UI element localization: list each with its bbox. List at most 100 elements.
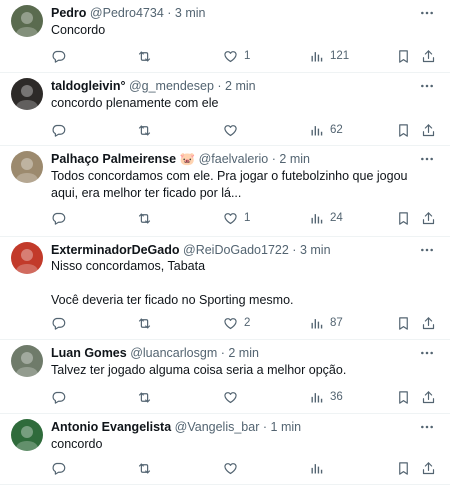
views-button[interactable] — [309, 458, 330, 478]
reply-button[interactable] — [51, 458, 72, 478]
reply-icon — [51, 316, 66, 331]
tweet-text: concordo — [51, 437, 103, 451]
share-icon — [421, 316, 436, 331]
views-button[interactable]: 87 — [309, 313, 343, 333]
views-count: 87 — [330, 317, 343, 329]
reply-tweet[interactable]: ExterminadorDeGado @ReiDoGado1722 · 3 mi… — [0, 237, 450, 340]
separator-dot: · — [292, 243, 297, 257]
timestamp[interactable]: 1 min — [271, 420, 302, 434]
avatar[interactable] — [11, 151, 43, 183]
reply-tweet[interactable]: Antonio Evangelista @Vangelis_bar · 1 mi… — [0, 414, 450, 485]
repost-icon — [137, 49, 152, 64]
share-button[interactable] — [421, 387, 436, 407]
bookmark-button[interactable] — [396, 313, 411, 333]
repost-button[interactable] — [137, 46, 158, 66]
bookmark-button[interactable] — [396, 208, 411, 228]
like-button[interactable]: 1 — [223, 208, 250, 228]
reply-tweet[interactable]: Luan Gomes @luancarlosgm · 2 min Talvez t… — [0, 340, 450, 414]
share-button[interactable] — [421, 208, 436, 228]
repost-button[interactable] — [137, 208, 158, 228]
views-count: 121 — [330, 50, 350, 62]
more-icon[interactable] — [418, 344, 436, 362]
reply-icon — [51, 123, 66, 138]
tweet-header: ExterminadorDeGado @ReiDoGado1722 · 3 mi… — [51, 242, 410, 258]
like-icon — [223, 123, 238, 138]
bookmark-button[interactable] — [396, 458, 411, 478]
share-button[interactable] — [421, 458, 436, 478]
tweet-text: Todos concordamos com ele. Pra jogar o f… — [51, 169, 408, 200]
like-icon — [223, 211, 238, 226]
reply-icon — [51, 390, 66, 405]
like-button[interactable]: 1 — [223, 46, 250, 66]
reply-tweet[interactable]: taldogleivin° @g_mendesep · 2 min concord… — [0, 73, 450, 146]
bookmark-button[interactable] — [396, 120, 411, 140]
display-name[interactable]: taldogleivin° — [51, 79, 125, 93]
share-button[interactable] — [421, 313, 436, 333]
avatar[interactable] — [11, 419, 43, 451]
timestamp[interactable]: 2 min — [225, 79, 256, 93]
like-count: 2 — [244, 317, 251, 329]
display-name[interactable]: ExterminadorDeGado — [51, 243, 180, 257]
avatar[interactable] — [11, 242, 43, 274]
user-handle[interactable]: @Vangelis_bar — [175, 420, 260, 434]
bookmark-button[interactable] — [396, 387, 411, 407]
share-button[interactable] — [421, 46, 436, 66]
reply-button[interactable] — [51, 46, 72, 66]
bookmark-button[interactable] — [396, 46, 411, 66]
tweet-text: Talvez ter jogado alguma coisa seria a m… — [51, 363, 347, 377]
views-button[interactable]: 121 — [309, 46, 349, 66]
avatar[interactable] — [11, 78, 43, 110]
reply-tweet[interactable]: Pedro @Pedro4734 · 3 min Concordo 1 121 — [0, 0, 450, 73]
user-handle[interactable]: @ReiDoGado1722 — [183, 243, 289, 257]
views-icon — [309, 316, 324, 331]
more-icon[interactable] — [418, 77, 436, 95]
tweet-header: Luan Gomes @luancarlosgm · 2 min — [51, 345, 410, 361]
user-handle[interactable]: @faelvalerio — [199, 152, 269, 166]
views-icon — [309, 49, 324, 64]
reply-tweet[interactable]: Palhaço Palmeirense 🐷 @faelvalerio · 2 m… — [0, 146, 450, 237]
like-count: 1 — [244, 50, 251, 62]
display-name[interactable]: Pedro — [51, 6, 86, 20]
repost-icon — [137, 390, 152, 405]
user-handle[interactable]: @g_mendesep — [129, 79, 214, 93]
action-bar: 36 — [0, 387, 450, 407]
bookmark-icon — [396, 123, 411, 138]
timestamp[interactable]: 2 min — [228, 346, 259, 360]
user-handle[interactable]: @Pedro4734 — [90, 6, 164, 20]
more-icon[interactable] — [418, 4, 436, 22]
user-handle[interactable]: @luancarlosgm — [130, 346, 217, 360]
avatar[interactable] — [11, 345, 43, 377]
like-button[interactable] — [223, 120, 244, 140]
views-count: 24 — [330, 212, 343, 224]
tweet-header: Pedro @Pedro4734 · 3 min — [51, 5, 410, 21]
views-icon — [309, 390, 324, 405]
reply-button[interactable] — [51, 120, 72, 140]
reply-button[interactable] — [51, 313, 72, 333]
like-button[interactable] — [223, 387, 244, 407]
views-icon — [309, 461, 324, 476]
bookmark-icon — [396, 316, 411, 331]
like-button[interactable]: 2 — [223, 313, 250, 333]
views-button[interactable]: 62 — [309, 120, 343, 140]
views-button[interactable]: 24 — [309, 208, 343, 228]
timestamp[interactable]: 2 min — [279, 152, 310, 166]
reply-button[interactable] — [51, 208, 72, 228]
share-button[interactable] — [421, 120, 436, 140]
display-name[interactable]: Palhaço Palmeirense 🐷 — [51, 152, 195, 166]
reply-button[interactable] — [51, 387, 72, 407]
display-name[interactable]: Luan Gomes — [51, 346, 127, 360]
repost-button[interactable] — [137, 458, 158, 478]
repost-button[interactable] — [137, 387, 158, 407]
avatar[interactable] — [11, 5, 43, 37]
display-name[interactable]: Antonio Evangelista — [51, 420, 171, 434]
repost-button[interactable] — [137, 120, 158, 140]
timestamp[interactable]: 3 min — [175, 6, 206, 20]
views-button[interactable]: 36 — [309, 387, 343, 407]
more-icon[interactable] — [418, 241, 436, 259]
more-icon[interactable] — [418, 418, 436, 436]
like-button[interactable] — [223, 458, 244, 478]
more-icon[interactable] — [418, 150, 436, 168]
repost-button[interactable] — [137, 313, 158, 333]
timestamp[interactable]: 3 min — [300, 243, 331, 257]
reply-icon — [51, 461, 66, 476]
